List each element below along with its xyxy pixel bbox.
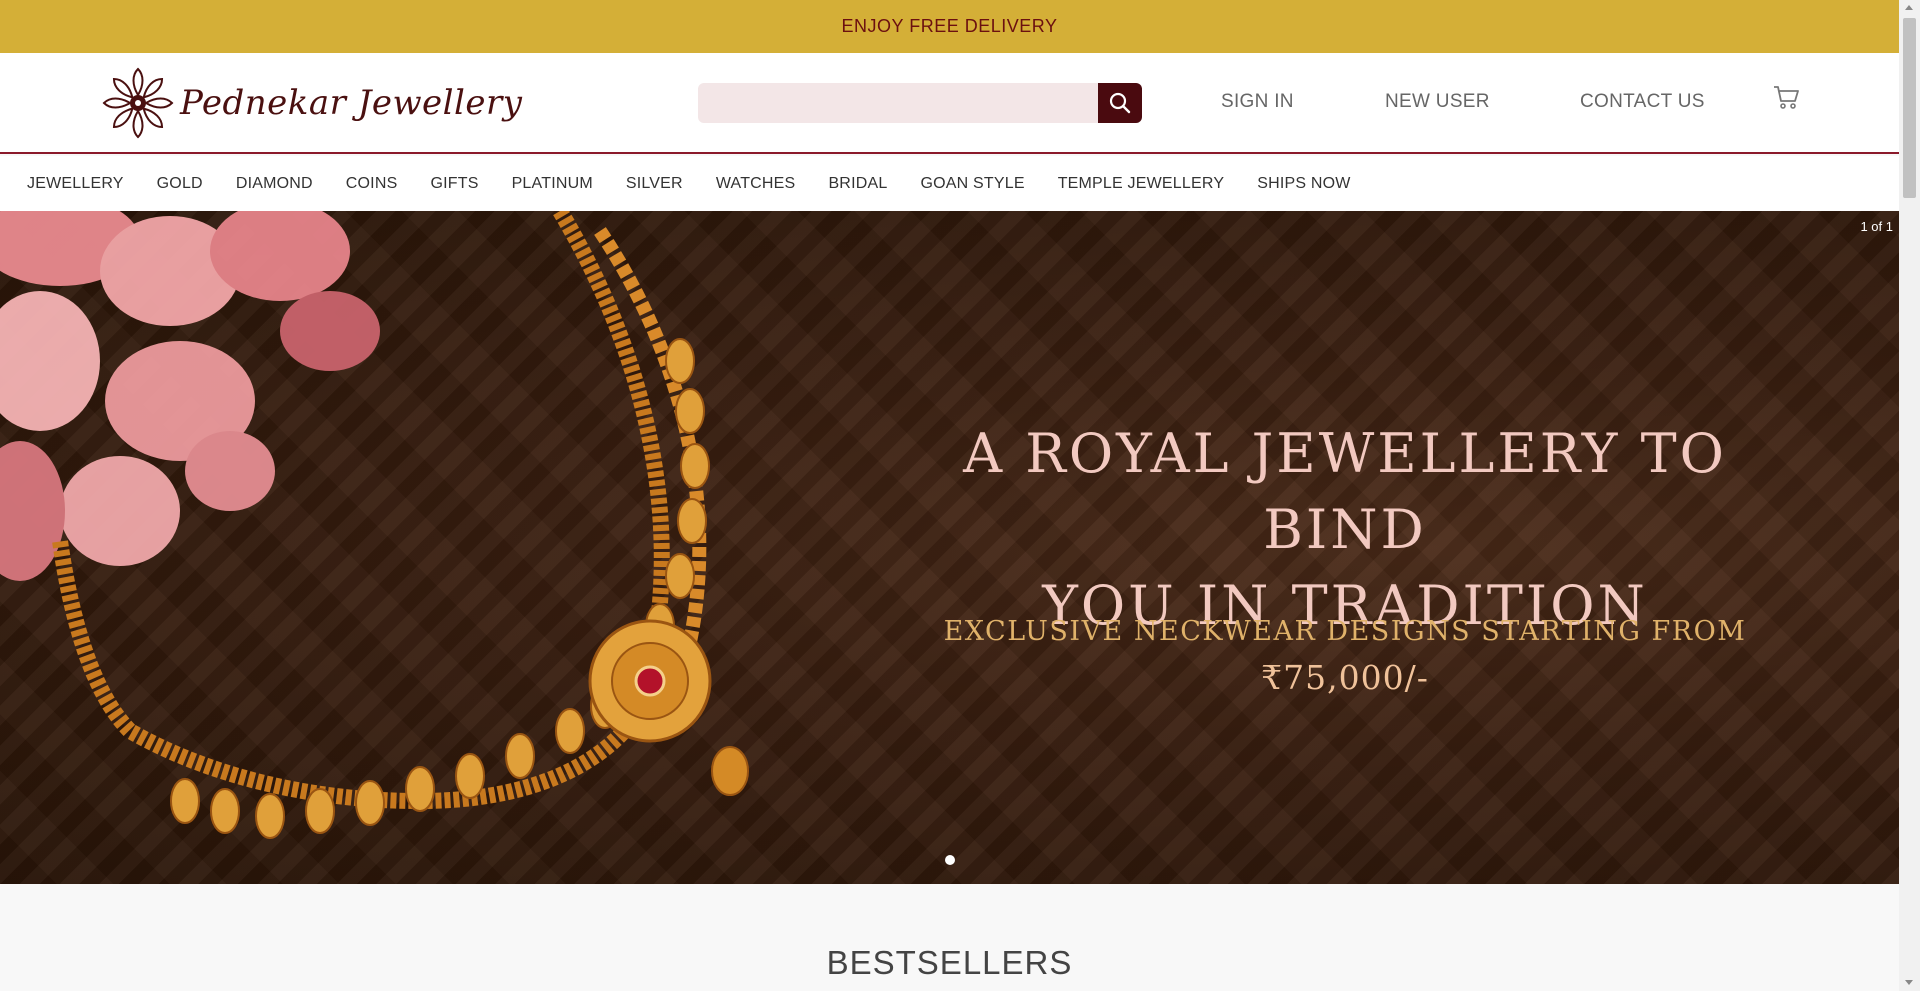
search-input[interactable] — [698, 83, 1098, 123]
slide-counter: 1 of 1 — [1860, 219, 1893, 234]
page-scrollbar[interactable] — [1899, 0, 1920, 991]
brand-name: Pednekar Jewellery — [180, 83, 523, 123]
carousel-dot[interactable] — [945, 855, 955, 865]
nav-item-diamond[interactable]: DIAMOND — [236, 175, 313, 193]
main-nav: JEWELLERY GOLD DIAMOND COINS GIFTS PLATI… — [0, 156, 1899, 211]
search-bar — [698, 83, 1142, 123]
flower-logo-icon — [103, 67, 173, 138]
promo-bar: ENJOY FREE DELIVERY — [0, 0, 1899, 53]
sign-in-link[interactable]: SIGN IN — [1221, 91, 1294, 113]
new-user-link[interactable]: NEW USER — [1385, 91, 1490, 113]
scrollbar-thumb[interactable] — [1903, 18, 1916, 198]
contact-us-link[interactable]: CONTACT US — [1580, 91, 1705, 113]
section-title: BESTSELLERS — [826, 944, 1073, 981]
site-header: Pednekar Jewellery SIGN IN NEW USER CONT… — [0, 53, 1899, 154]
search-icon — [1109, 92, 1131, 114]
bestsellers-section: BESTSELLERS — [0, 884, 1899, 991]
promo-text: ENJOY FREE DELIVERY — [841, 16, 1058, 36]
nav-item-goan-style[interactable]: GOAN STYLE — [920, 175, 1024, 193]
hero-title: A ROYAL JEWELLERY TO BIND YOU IN TRADITI… — [880, 416, 1810, 644]
nav-item-gold[interactable]: GOLD — [157, 175, 203, 193]
scroll-up-icon[interactable] — [1905, 5, 1913, 10]
cart-icon[interactable] — [1772, 83, 1800, 111]
nav-item-ships-now[interactable]: SHIPS NOW — [1257, 175, 1350, 193]
hero-title-line-1: A ROYAL JEWELLERY TO BIND — [963, 422, 1727, 561]
necklace-illustration — [0, 211, 749, 839]
flowers — [0, 211, 380, 581]
pendant — [588, 619, 749, 796]
nav-item-silver[interactable]: SILVER — [626, 175, 683, 193]
brand-logo[interactable]: Pednekar Jewellery — [102, 65, 523, 141]
nav-item-gifts[interactable]: GIFTS — [430, 175, 478, 193]
hero-subtitle: EXCLUSIVE NECKWEAR DESIGNS STARTING FROM — [943, 616, 1747, 647]
nav-item-coins[interactable]: COINS — [346, 175, 398, 193]
nav-item-jewellery[interactable]: JEWELLERY — [27, 175, 124, 193]
search-button[interactable] — [1098, 83, 1142, 123]
hero-banner[interactable]: A ROYAL JEWELLERY TO BIND YOU IN TRADITI… — [0, 211, 1899, 884]
nav-item-temple-jewellery[interactable]: TEMPLE JEWELLERY — [1058, 175, 1225, 193]
hero-price: ₹75,000/- — [1261, 658, 1429, 697]
scroll-down-icon[interactable] — [1905, 980, 1913, 985]
nav-item-platinum[interactable]: PLATINUM — [512, 175, 593, 193]
nav-item-watches[interactable]: WATCHES — [716, 175, 796, 193]
nav-item-bridal[interactable]: BRIDAL — [828, 175, 887, 193]
